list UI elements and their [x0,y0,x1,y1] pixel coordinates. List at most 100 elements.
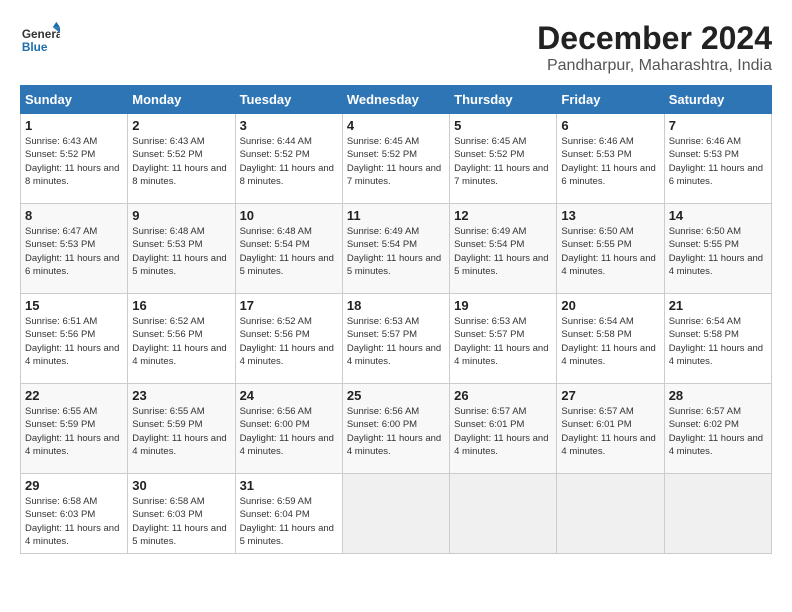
day-header-wednesday: Wednesday [342,86,449,114]
day-info: Sunrise: 6:50 AM Sunset: 5:55 PM Dayligh… [561,225,659,278]
day-number: 7 [669,118,767,133]
day-info: Sunrise: 6:48 AM Sunset: 5:53 PM Dayligh… [132,225,230,278]
day-number: 16 [132,298,230,313]
calendar-cell: 12 Sunrise: 6:49 AM Sunset: 5:54 PM Dayli… [450,204,557,294]
day-info: Sunrise: 6:49 AM Sunset: 5:54 PM Dayligh… [347,225,445,278]
day-info: Sunrise: 6:56 AM Sunset: 6:00 PM Dayligh… [347,405,445,458]
day-info: Sunrise: 6:54 AM Sunset: 5:58 PM Dayligh… [561,315,659,368]
calendar-table: SundayMondayTuesdayWednesdayThursdayFrid… [20,85,772,554]
calendar-cell: 24 Sunrise: 6:56 AM Sunset: 6:00 PM Dayli… [235,384,342,474]
calendar-cell: 4 Sunrise: 6:45 AM Sunset: 5:52 PM Daylig… [342,114,449,204]
calendar-week-row: 8 Sunrise: 6:47 AM Sunset: 5:53 PM Daylig… [21,204,772,294]
day-number: 14 [669,208,767,223]
day-info: Sunrise: 6:54 AM Sunset: 5:58 PM Dayligh… [669,315,767,368]
day-number: 12 [454,208,552,223]
day-info: Sunrise: 6:51 AM Sunset: 5:56 PM Dayligh… [25,315,123,368]
calendar-cell: 9 Sunrise: 6:48 AM Sunset: 5:53 PM Daylig… [128,204,235,294]
day-info: Sunrise: 6:52 AM Sunset: 5:56 PM Dayligh… [132,315,230,368]
day-header-tuesday: Tuesday [235,86,342,114]
day-number: 13 [561,208,659,223]
day-info: Sunrise: 6:52 AM Sunset: 5:56 PM Dayligh… [240,315,338,368]
calendar-cell [557,474,664,554]
calendar-cell: 16 Sunrise: 6:52 AM Sunset: 5:56 PM Dayli… [128,294,235,384]
day-info: Sunrise: 6:43 AM Sunset: 5:52 PM Dayligh… [25,135,123,188]
day-info: Sunrise: 6:58 AM Sunset: 6:03 PM Dayligh… [25,495,123,548]
day-header-saturday: Saturday [664,86,771,114]
day-number: 18 [347,298,445,313]
day-number: 4 [347,118,445,133]
svg-text:Blue: Blue [22,40,48,54]
day-number: 21 [669,298,767,313]
day-info: Sunrise: 6:59 AM Sunset: 6:04 PM Dayligh… [240,495,338,548]
calendar-cell: 27 Sunrise: 6:57 AM Sunset: 6:01 PM Dayli… [557,384,664,474]
calendar-cell: 23Sunrise: 6:55 AM Sunset: 5:59 PM Dayli… [128,384,235,474]
day-number: 10 [240,208,338,223]
day-number: 30 [132,478,230,493]
day-number: 20 [561,298,659,313]
calendar-cell: 25Sunrise: 6:56 AM Sunset: 6:00 PM Dayli… [342,384,449,474]
day-number: 19 [454,298,552,313]
calendar-cell: 18 Sunrise: 6:53 AM Sunset: 5:57 PM Dayli… [342,294,449,384]
calendar-week-row: 1 Sunrise: 6:43 AM Sunset: 5:52 PM Daylig… [21,114,772,204]
calendar-cell: 10 Sunrise: 6:48 AM Sunset: 5:54 PM Dayli… [235,204,342,294]
calendar-cell: 31 Sunrise: 6:59 AM Sunset: 6:04 PM Dayli… [235,474,342,554]
day-number: 3 [240,118,338,133]
day-number: 1 [25,118,123,133]
day-info: Sunrise: 6:53 AM Sunset: 5:57 PM Dayligh… [454,315,552,368]
day-info: Sunrise: 6:45 AM Sunset: 5:52 PM Dayligh… [347,135,445,188]
calendar-week-row: 15Sunrise: 6:51 AM Sunset: 5:56 PM Dayli… [21,294,772,384]
day-info: Sunrise: 6:45 AM Sunset: 5:52 PM Dayligh… [454,135,552,188]
calendar-cell: 19 Sunrise: 6:53 AM Sunset: 5:57 PM Dayli… [450,294,557,384]
day-info: Sunrise: 6:46 AM Sunset: 5:53 PM Dayligh… [561,135,659,188]
day-number: 5 [454,118,552,133]
day-info: Sunrise: 6:46 AM Sunset: 5:53 PM Dayligh… [669,135,767,188]
calendar-cell: 22 Sunrise: 6:55 AM Sunset: 5:59 PM Dayli… [21,384,128,474]
day-header-thursday: Thursday [450,86,557,114]
day-info: Sunrise: 6:50 AM Sunset: 5:55 PM Dayligh… [669,225,767,278]
day-info: Sunrise: 6:55 AM Sunset: 5:59 PM Dayligh… [132,405,230,458]
day-info: Sunrise: 6:55 AM Sunset: 5:59 PM Dayligh… [25,405,123,458]
day-number: 27 [561,388,659,403]
calendar-cell: 8 Sunrise: 6:47 AM Sunset: 5:53 PM Daylig… [21,204,128,294]
calendar-header-row: SundayMondayTuesdayWednesdayThursdayFrid… [21,86,772,114]
day-info: Sunrise: 6:57 AM Sunset: 6:01 PM Dayligh… [561,405,659,458]
day-number: 22 [25,388,123,403]
calendar-cell: 6 Sunrise: 6:46 AM Sunset: 5:53 PM Daylig… [557,114,664,204]
calendar-title: December 2024 [537,20,772,57]
day-number: 28 [669,388,767,403]
calendar-cell [664,474,771,554]
day-number: 9 [132,208,230,223]
calendar-week-row: 29 Sunrise: 6:58 AM Sunset: 6:03 PM Dayli… [21,474,772,554]
calendar-week-row: 22 Sunrise: 6:55 AM Sunset: 5:59 PM Dayli… [21,384,772,474]
day-number: 24 [240,388,338,403]
calendar-cell: 26 Sunrise: 6:57 AM Sunset: 6:01 PM Dayli… [450,384,557,474]
day-number: 2 [132,118,230,133]
day-info: Sunrise: 6:57 AM Sunset: 6:02 PM Dayligh… [669,405,767,458]
day-info: Sunrise: 6:53 AM Sunset: 5:57 PM Dayligh… [347,315,445,368]
day-info: Sunrise: 6:48 AM Sunset: 5:54 PM Dayligh… [240,225,338,278]
day-info: Sunrise: 6:49 AM Sunset: 5:54 PM Dayligh… [454,225,552,278]
calendar-cell: 17 Sunrise: 6:52 AM Sunset: 5:56 PM Dayli… [235,294,342,384]
calendar-cell: 7 Sunrise: 6:46 AM Sunset: 5:53 PM Daylig… [664,114,771,204]
calendar-cell: 14 Sunrise: 6:50 AM Sunset: 5:55 PM Dayli… [664,204,771,294]
day-number: 29 [25,478,123,493]
calendar-cell: 11 Sunrise: 6:49 AM Sunset: 5:54 PM Dayli… [342,204,449,294]
calendar-cell [342,474,449,554]
title-block: December 2024 Pandharpur, Maharashtra, I… [537,20,772,75]
day-number: 11 [347,208,445,223]
day-number: 26 [454,388,552,403]
calendar-cell: 21 Sunrise: 6:54 AM Sunset: 5:58 PM Dayli… [664,294,771,384]
day-info: Sunrise: 6:58 AM Sunset: 6:03 PM Dayligh… [132,495,230,548]
day-number: 17 [240,298,338,313]
day-number: 6 [561,118,659,133]
day-info: Sunrise: 6:57 AM Sunset: 6:01 PM Dayligh… [454,405,552,458]
day-info: Sunrise: 6:47 AM Sunset: 5:53 PM Dayligh… [25,225,123,278]
calendar-subtitle: Pandharpur, Maharashtra, India [537,57,772,75]
day-number: 8 [25,208,123,223]
day-number: 31 [240,478,338,493]
calendar-cell: 20 Sunrise: 6:54 AM Sunset: 5:58 PM Dayli… [557,294,664,384]
calendar-cell: 3Sunrise: 6:44 AM Sunset: 5:52 PM Daylig… [235,114,342,204]
day-info: Sunrise: 6:56 AM Sunset: 6:00 PM Dayligh… [240,405,338,458]
calendar-cell: 15Sunrise: 6:51 AM Sunset: 5:56 PM Dayli… [21,294,128,384]
calendar-cell: 29 Sunrise: 6:58 AM Sunset: 6:03 PM Dayli… [21,474,128,554]
